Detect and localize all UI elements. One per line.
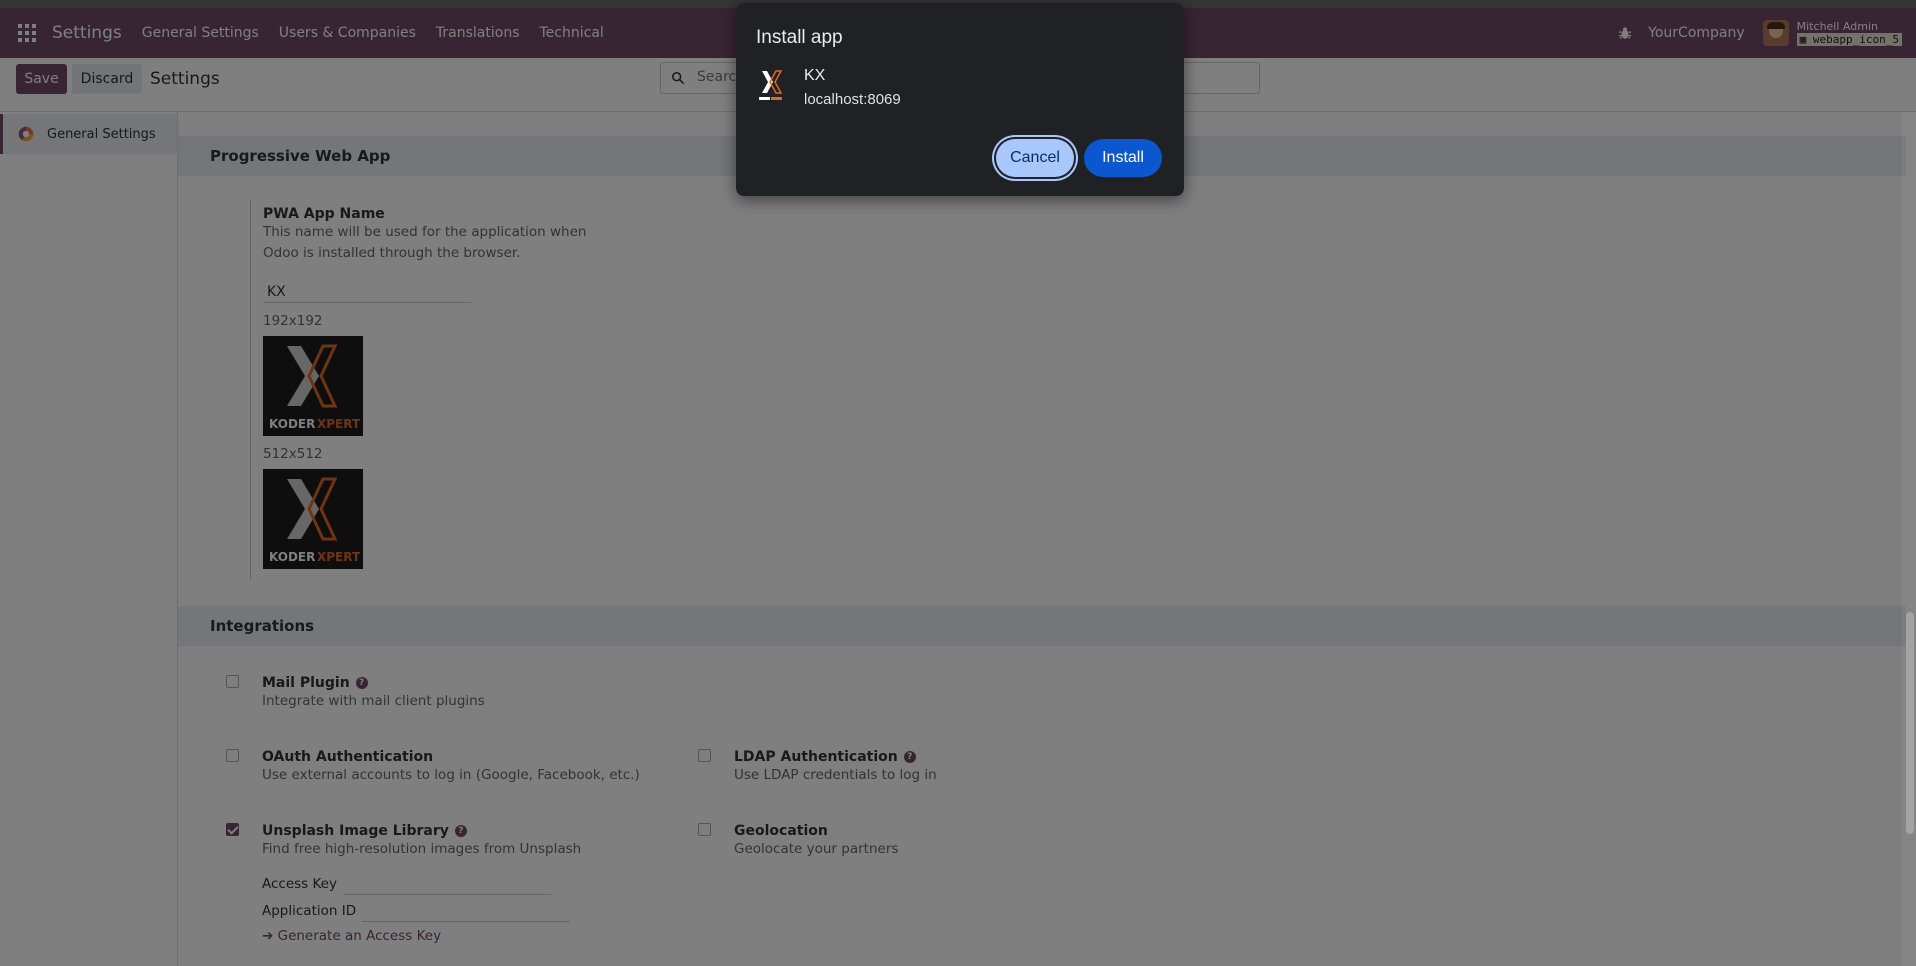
dialog-title: Install app (756, 27, 843, 48)
cancel-button[interactable]: Cancel (996, 139, 1074, 177)
app-icon (759, 70, 783, 100)
install-button[interactable]: Install (1084, 139, 1162, 177)
page-scrollbar[interactable] (1902, 112, 1916, 966)
scrollbar-thumb[interactable] (1906, 612, 1914, 834)
install-app-dialog: Install app KX localhost:8069 Cancel Ins… (736, 3, 1184, 196)
dialog-app-origin: localhost:8069 (804, 91, 901, 108)
dialog-app-name: KX (804, 67, 826, 84)
